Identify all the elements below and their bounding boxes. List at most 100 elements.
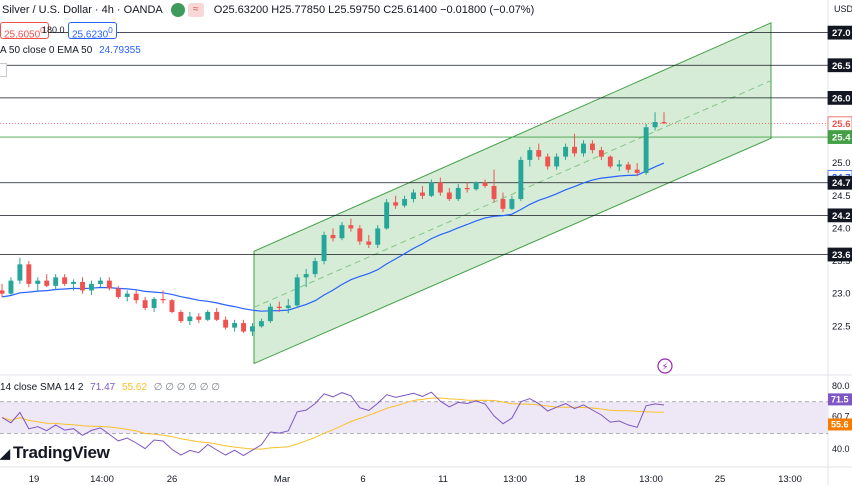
candle-body <box>258 321 264 327</box>
candle-body <box>563 146 569 157</box>
candle-body <box>581 143 586 154</box>
candle-body <box>151 298 157 309</box>
candle-body <box>312 261 318 275</box>
price-label-text: 24.2 <box>832 211 851 222</box>
candle-body <box>500 199 506 209</box>
candle-body <box>88 283 94 291</box>
price-label-text: 24.7 <box>832 178 851 189</box>
candle-body <box>437 182 443 193</box>
buy-price-sup: 0 <box>108 25 113 35</box>
price-tick-label: 23.0 <box>832 289 851 300</box>
candle-body <box>35 280 41 284</box>
candle-body <box>348 225 354 229</box>
candle-body <box>285 305 291 309</box>
candle-body <box>366 241 372 245</box>
sell-price: 25.6050 <box>4 29 41 41</box>
time-tick-label: 11 <box>438 474 448 485</box>
candle-body <box>357 228 363 242</box>
price-tick-label: 22.5 <box>832 321 851 332</box>
candle-body <box>473 182 479 190</box>
candle-body <box>133 293 139 301</box>
candle-body <box>142 300 148 309</box>
price-tick-label: 25.0 <box>832 158 851 169</box>
candle-body <box>536 150 542 157</box>
candle-body <box>455 187 461 200</box>
candle-body <box>393 202 399 206</box>
candle-body <box>419 192 425 196</box>
price-label-text: 27.0 <box>832 28 851 39</box>
candle-body <box>160 298 166 301</box>
candle-body <box>598 150 604 157</box>
candle-body <box>634 169 640 173</box>
candle-body <box>62 277 68 284</box>
candle-body <box>411 192 416 200</box>
candle-body <box>330 234 336 239</box>
candle-body <box>205 311 211 320</box>
candle-body <box>80 281 85 291</box>
candle-body <box>607 156 613 167</box>
candle-body <box>97 280 103 284</box>
candle-body <box>616 164 622 167</box>
lightning-glyph: ⚡ <box>661 362 668 373</box>
candle-body <box>339 225 345 239</box>
rsi-sma-legend-value: 55.62 <box>121 382 148 393</box>
candle-body <box>241 323 247 332</box>
candle-body <box>8 280 14 294</box>
candle-body <box>572 146 578 154</box>
price-label-text: 25.4 <box>832 133 851 144</box>
candle-body <box>589 143 595 151</box>
market-open-icon <box>170 3 185 17</box>
candle-body <box>17 264 23 281</box>
time-tick-label: 18 <box>575 474 586 485</box>
candle-body <box>44 280 50 286</box>
rsi-legend-extras: ∅ ∅ ∅ ∅ ∅ ∅ <box>153 382 220 393</box>
candle-body <box>509 199 515 209</box>
candle-body <box>625 164 631 170</box>
candle-body <box>267 306 273 322</box>
time-tick-label: 14:00 <box>90 474 114 485</box>
wave-icon[interactable]: ≈ <box>187 3 204 17</box>
candle-body <box>446 192 452 200</box>
time-tick-label: 6 <box>360 474 365 485</box>
symbol-title[interactable]: Silver / U.S. Dollar · 4h · OANDA <box>2 4 163 16</box>
candle-body <box>303 274 309 278</box>
ohlc-values: O25.63200 H25.77850 L25.59750 C25.61400 … <box>213 4 535 16</box>
candle-body <box>250 326 255 332</box>
time-tick-label: 13:00 <box>639 474 663 485</box>
candle-body <box>661 122 667 124</box>
candle-body <box>0 290 5 294</box>
rsi-legend-text: 14 close SMA 14 2 <box>0 382 84 393</box>
price-label-text: 23.6 <box>832 250 851 261</box>
candle-body <box>518 159 524 200</box>
candle-body <box>276 306 282 309</box>
candle-body <box>124 293 130 297</box>
price-label-text: 26.0 <box>832 93 851 104</box>
candle-body <box>321 234 327 262</box>
buy-price-box[interactable]: 25.62300 <box>68 22 117 41</box>
regression-channel <box>253 22 772 365</box>
candle-body <box>384 202 390 229</box>
ema-legend[interactable]: A 50 close 0 EMA 50 24.79355 <box>0 45 141 56</box>
price-chart[interactable]: ⚡22.523.023.524.024.525.025.637:325.424.… <box>0 0 852 485</box>
tv-logo-icon: ◢ <box>0 446 14 461</box>
candle-body <box>482 182 488 186</box>
candle-body <box>294 277 300 306</box>
currency-label: USD <box>834 4 852 14</box>
buy-price: 25.6230 <box>72 29 109 41</box>
time-tick-label: 26 <box>167 474 178 485</box>
collapse-legend-button[interactable] <box>0 63 7 77</box>
candle-body <box>527 150 533 160</box>
candle-body <box>375 228 381 245</box>
candle-body <box>428 182 434 196</box>
rsi-legend-value: 71.47 <box>90 382 116 393</box>
ema-legend-value: 24.79355 <box>99 45 141 56</box>
rsi-legend[interactable]: 14 close SMA 14 2 71.47 55.62 ∅ ∅ ∅ ∅ ∅ … <box>0 382 220 393</box>
rsi-value-text: 71.5 <box>831 394 849 404</box>
time-tick-label: 19 <box>29 474 40 485</box>
chart-header: Silver / U.S. Dollar · 4h · OANDA ≈ O25.… <box>0 0 534 20</box>
candle-body <box>196 316 202 320</box>
candle-body <box>545 156 551 167</box>
tradingview-logo: ◢ TradingView <box>0 443 110 463</box>
price-tick-label: 24.5 <box>832 191 851 202</box>
candle-body <box>115 288 121 297</box>
